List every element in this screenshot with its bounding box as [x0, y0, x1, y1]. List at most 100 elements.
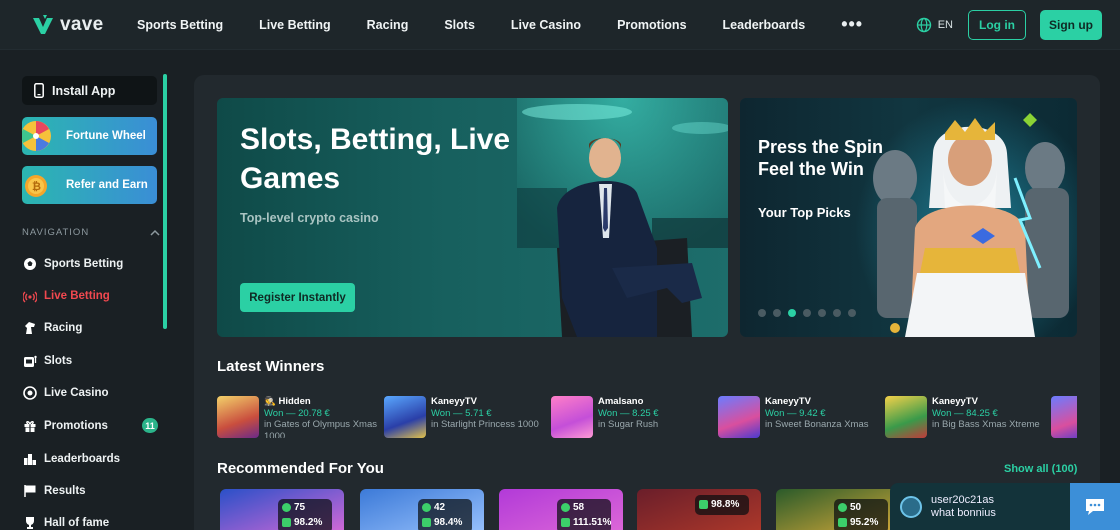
top-header: vave Sports Betting Live Betting Racing … — [0, 0, 1120, 50]
refer-and-earn-card[interactable]: ₿ Refer and Earn — [22, 166, 157, 204]
slider-dot-active[interactable] — [788, 309, 796, 317]
chevron-up-icon[interactable] — [150, 229, 160, 236]
sidebar-item-racing[interactable]: Racing — [22, 318, 162, 338]
slot-machine-icon — [22, 353, 38, 369]
game-stats: 42 98.4% — [418, 499, 472, 530]
winner-game: in Gates of Olympus Xmas 1000 — [264, 419, 377, 438]
chat-bubble-icon — [1086, 498, 1104, 515]
winner-item[interactable]: Amalsano Won — 8.25 € in Sugar Rush — [551, 396, 711, 438]
game-card[interactable]: 75 98.2% — [220, 489, 344, 530]
likes-icon — [422, 503, 431, 512]
sidebar-item-promotions[interactable]: Promotions 11 — [22, 416, 162, 436]
sidebar-item-live-casino[interactable]: Live Casino — [22, 383, 162, 403]
winner-amount: Won — 9.42 € — [765, 407, 826, 419]
chat-widget[interactable]: user20c21as what bonnius — [890, 483, 1120, 530]
winner-name-text: Hidden — [278, 396, 311, 407]
game-card[interactable]: 42 98.4% — [360, 489, 484, 530]
slider-dot[interactable] — [818, 309, 826, 317]
chat-username: user20c21as — [931, 493, 994, 506]
rtp-icon — [422, 518, 431, 527]
nav-slots[interactable]: Slots — [444, 18, 475, 32]
hero-banner[interactable]: Slots, Betting, Live Games Top-level cry… — [217, 98, 728, 337]
coin-icon: ₿ — [22, 166, 52, 204]
nav-racing[interactable]: Racing — [367, 18, 409, 32]
winner-item[interactable]: KaneyyTV Won — 9.42 € in Sweet Bonanza X… — [718, 396, 878, 438]
game-stats: 75 98.2% — [278, 499, 332, 530]
brand-logo[interactable]: vave — [32, 14, 132, 36]
horse-icon — [22, 320, 38, 336]
navigation-heading-label: NAVIGATION — [22, 227, 90, 238]
sidebar-item-live-betting[interactable]: Live Betting — [22, 286, 162, 306]
game-card[interactable]: 98.8% — [637, 489, 761, 530]
game-card[interactable]: 50 95.2% — [776, 489, 900, 530]
sidebar-item-label: Hall of fame — [44, 517, 110, 529]
phone-icon — [34, 83, 44, 98]
sidebar-item-leaderboards[interactable]: Leaderboards — [22, 449, 162, 469]
chat-open-button[interactable] — [1070, 483, 1120, 530]
promo-title: Press the Spin Feel the Win — [758, 137, 884, 179]
winner-name: KaneyyTV — [431, 396, 477, 407]
install-app-label: Install App — [52, 83, 116, 98]
slider-dot[interactable] — [773, 309, 781, 317]
rtp-value: 98.2% — [294, 517, 323, 528]
sidebar-item-slots[interactable]: Slots — [22, 351, 162, 371]
signup-button[interactable]: Sign up — [1040, 10, 1102, 40]
sidebar: Install App Fortune Wheel ₿ Refer and Ea… — [0, 60, 178, 530]
rtp-icon — [838, 518, 847, 527]
latest-winners-title: Latest Winners — [217, 358, 325, 375]
winner-amount: Won — 5.71 € — [431, 407, 492, 419]
winner-item[interactable]: KaneyyTV Won — 5.71 € in Starlight Princ… — [384, 396, 544, 438]
nav-sports-betting[interactable]: Sports Betting — [137, 18, 223, 32]
likes-count: 42 — [434, 502, 446, 513]
login-button[interactable]: Log in — [968, 10, 1026, 40]
game-card[interactable]: 58 111.51% — [499, 489, 623, 530]
game-thumbnail — [1051, 396, 1077, 438]
rtp-icon — [699, 500, 708, 509]
sidebar-item-sports-betting[interactable]: Sports Betting — [22, 254, 162, 274]
fortune-wheel-card[interactable]: Fortune Wheel — [22, 117, 157, 155]
rtp-value: 111.51% — [573, 517, 612, 528]
winner-item[interactable] — [1051, 396, 1077, 438]
slider-dot[interactable] — [803, 309, 811, 317]
nav-promotions[interactable]: Promotions — [617, 18, 686, 32]
promotions-count-badge: 11 — [142, 418, 158, 433]
language-selector[interactable]: EN — [938, 19, 953, 31]
winner-name: Amalsano — [598, 396, 644, 407]
sidebar-item-label: Results — [44, 485, 86, 497]
winner-item[interactable]: KaneyyTV Won — 84.25 € in Big Bass Xmas … — [885, 396, 1045, 438]
likes-icon — [561, 503, 570, 512]
latest-winners-list: 🕵 Hidden Won — 20.78 € in Gates of Olymp… — [217, 396, 1077, 438]
game-stats: 50 95.2% — [834, 499, 888, 530]
sidebar-item-results[interactable]: Results — [22, 481, 162, 501]
nav-live-betting[interactable]: Live Betting — [259, 18, 331, 32]
likes-icon — [838, 503, 847, 512]
game-stats: 98.8% — [695, 495, 749, 515]
live-signal-icon — [22, 288, 38, 304]
globe-icon[interactable] — [916, 17, 932, 33]
podium-icon — [22, 451, 38, 467]
show-all-link[interactable]: Show all (100) — [1004, 463, 1077, 475]
navigation-heading[interactable]: NAVIGATION — [22, 227, 160, 238]
winner-item[interactable]: 🕵 Hidden Won — 20.78 € in Gates of Olymp… — [217, 396, 377, 438]
register-instantly-button[interactable]: Register Instantly — [240, 283, 355, 312]
promo-slider[interactable]: Press the Spin Feel the Win Your Top Pic… — [740, 98, 1077, 337]
likes-icon — [282, 503, 291, 512]
fortune-wheel-label: Fortune Wheel — [66, 130, 146, 142]
more-menu-button[interactable]: ••• — [841, 14, 863, 35]
winner-name: KaneyyTV — [765, 396, 811, 407]
rtp-value: 98.4% — [434, 517, 463, 528]
sidebar-item-label: Sports Betting — [44, 258, 124, 270]
svg-text:₿: ₿ — [32, 180, 41, 193]
flag-icon — [22, 483, 38, 499]
sidebar-scrollbar[interactable] — [163, 74, 167, 329]
sidebar-item-hall-of-fame[interactable]: Hall of fame — [22, 513, 162, 530]
nav-live-casino[interactable]: Live Casino — [511, 18, 581, 32]
fortune-wheel-icon — [22, 117, 52, 155]
slider-dot[interactable] — [848, 309, 856, 317]
winner-game: in Starlight Princess 1000 — [431, 419, 539, 430]
hero-title: Slots, Betting, Live Games — [240, 123, 511, 195]
slider-dot[interactable] — [833, 309, 841, 317]
nav-leaderboards[interactable]: Leaderboards — [723, 18, 806, 32]
slider-dot[interactable] — [758, 309, 766, 317]
install-app-button[interactable]: Install App — [22, 76, 157, 105]
